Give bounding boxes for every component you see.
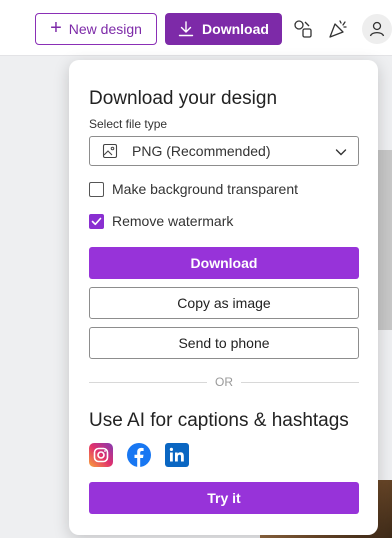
linkedin-icon[interactable] xyxy=(165,443,189,467)
canvas-area xyxy=(0,57,70,538)
download-icon xyxy=(178,21,194,37)
avatar[interactable] xyxy=(362,14,392,44)
top-toolbar: + New design Download xyxy=(0,0,392,56)
image-icon xyxy=(102,143,118,159)
shapes-icon[interactable] xyxy=(290,16,316,42)
download-top-label: Download xyxy=(202,21,269,37)
facebook-icon[interactable] xyxy=(127,443,151,467)
or-divider: OR xyxy=(89,375,359,389)
remove-watermark-label: Remove watermark xyxy=(112,213,234,229)
plus-icon: + xyxy=(50,17,62,39)
try-it-button[interactable]: Try it xyxy=(89,482,359,514)
celebrate-icon[interactable] xyxy=(325,16,351,42)
social-icons xyxy=(89,443,189,467)
canvas-page-edge xyxy=(378,150,392,330)
new-design-button[interactable]: + New design xyxy=(35,13,157,45)
instagram-icon[interactable] xyxy=(89,443,113,467)
copy-as-image-button[interactable]: Copy as image xyxy=(89,287,359,319)
person-icon xyxy=(369,21,385,37)
download-top-button[interactable]: Download xyxy=(165,13,282,45)
new-design-label: New design xyxy=(68,21,142,37)
file-type-select[interactable]: PNG (Recommended) xyxy=(89,136,359,166)
chevron-down-icon xyxy=(335,149,347,156)
or-label: OR xyxy=(215,375,233,389)
download-panel: Download your design Select file type PN… xyxy=(69,60,378,535)
file-type-value: PNG (Recommended) xyxy=(132,143,271,159)
bg-transparent-label: Make background transparent xyxy=(112,181,298,197)
remove-watermark-option[interactable]: Remove watermark xyxy=(89,213,233,229)
remove-watermark-checkbox[interactable] xyxy=(89,213,104,229)
file-type-label: Select file type xyxy=(89,117,168,131)
download-button[interactable]: Download xyxy=(89,247,359,279)
panel-title: Download your design xyxy=(89,88,278,109)
bg-transparent-option[interactable]: Make background transparent xyxy=(89,181,298,197)
ai-section-title: Use AI for captions & hashtags xyxy=(89,410,349,431)
checkmark-icon xyxy=(91,217,102,225)
send-to-phone-button[interactable]: Send to phone xyxy=(89,327,359,359)
bg-transparent-checkbox[interactable] xyxy=(89,181,104,197)
